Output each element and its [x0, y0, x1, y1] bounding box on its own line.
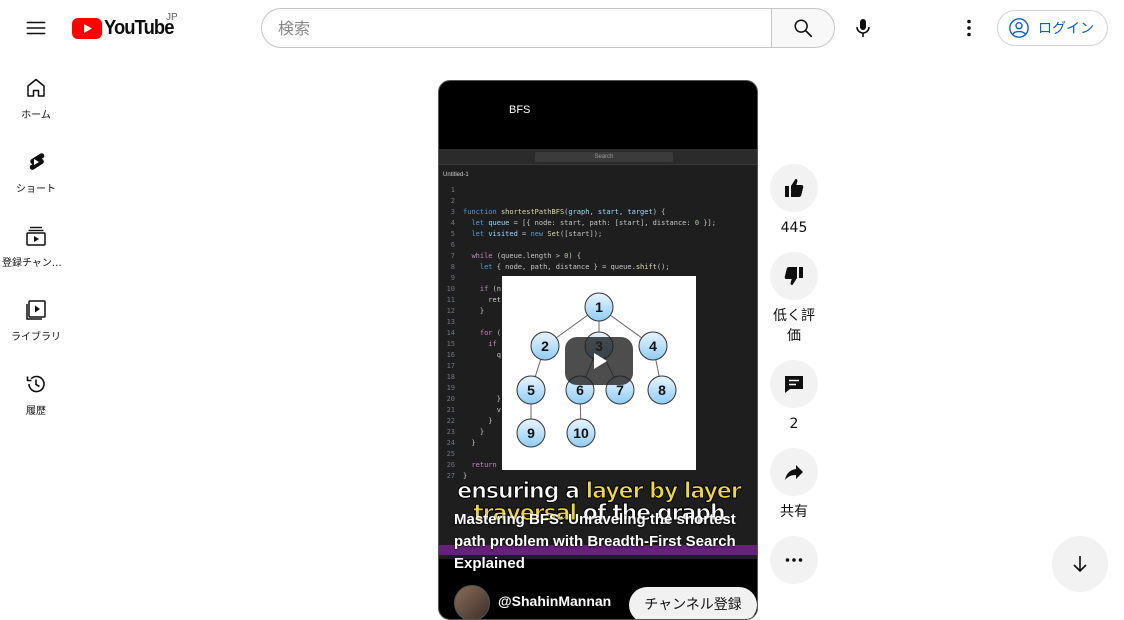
play-icon	[594, 353, 607, 369]
graph-node-label: 5	[527, 382, 535, 398]
search-icon	[794, 19, 813, 38]
video-overlay-label: BFS	[509, 104, 531, 116]
dislike-action: 低く評価	[770, 252, 818, 346]
thumbs-up-icon	[785, 179, 804, 197]
guide-item-label: ショート	[16, 184, 56, 195]
comments-button[interactable]	[770, 360, 818, 408]
horizontal-dots-icon	[785, 558, 803, 562]
library-icon	[26, 300, 46, 320]
channel-row: @ShahinMannan チャンネル登録	[454, 585, 757, 619]
masthead: YouTube JP ログイン	[0, 0, 1124, 56]
more-action	[770, 536, 818, 584]
guide-item-label: ライブラリ	[11, 332, 61, 343]
share-label: 共有	[780, 504, 808, 520]
shorts-player[interactable]: BFS Search Untitled-1 1 2 3 function shor…	[438, 80, 758, 620]
short-title[interactable]: Mastering BFS: Unraveling the shortest p…	[454, 509, 749, 575]
guide-item-library[interactable]: ライブラリ	[0, 278, 72, 352]
graph-node-label: 1	[595, 299, 603, 315]
home-icon	[27, 78, 45, 97]
graph-node-label: 9	[527, 425, 535, 441]
channel-name[interactable]: @ShahinMannan	[498, 593, 611, 609]
graph-node-label: 8	[658, 382, 666, 398]
dislike-label: 低く評価	[773, 308, 815, 344]
share-button[interactable]	[770, 448, 818, 496]
subscriptions-icon	[26, 226, 46, 246]
thumbs-down-icon	[784, 267, 803, 285]
comment-count: 2	[789, 416, 799, 432]
guide-item-history[interactable]: 履歴	[0, 352, 72, 426]
hamburger-menu-icon	[26, 21, 46, 35]
editor-search: Search	[535, 152, 673, 162]
login-label: ログイン	[1038, 21, 1094, 37]
subscribe-button[interactable]: チャンネル登録	[629, 587, 757, 619]
search-box[interactable]	[261, 8, 772, 48]
region-code: JP	[166, 12, 178, 23]
comments-action: 2	[770, 360, 818, 434]
settings-more-button[interactable]	[949, 8, 989, 48]
editor-tab: Untitled-1	[443, 172, 469, 178]
arrow-down-icon	[1073, 556, 1087, 573]
channel-avatar[interactable]	[454, 585, 490, 619]
login-button[interactable]: ログイン	[997, 10, 1108, 46]
vertical-dots-icon	[967, 19, 971, 37]
guide-item-label: 登録チャンネル	[2, 258, 70, 269]
comment-icon	[785, 376, 803, 393]
graph-node-label: 10	[573, 425, 589, 441]
voice-search-button[interactable]	[843, 8, 883, 48]
dislike-button[interactable]	[770, 252, 818, 300]
like-button[interactable]	[770, 164, 818, 212]
guide-item-label: 履歴	[26, 406, 46, 417]
like-count: 445	[780, 220, 808, 236]
microphone-icon	[856, 19, 870, 37]
search-button[interactable]	[771, 8, 835, 48]
share-action: 共有	[770, 448, 818, 522]
history-icon	[26, 375, 45, 393]
like-action: 445	[770, 164, 818, 238]
youtube-logo[interactable]: YouTube	[72, 14, 180, 42]
next-short-button[interactable]	[1052, 536, 1108, 592]
more-actions-button[interactable]	[770, 536, 818, 584]
guide-menu-button[interactable]	[16, 8, 56, 48]
graph-node-label: 2	[541, 338, 549, 354]
search-input[interactable]	[278, 18, 772, 38]
graph-node-label: 4	[649, 338, 657, 354]
account-circle-icon	[1009, 18, 1029, 38]
editor-titlebar: Search	[439, 149, 757, 165]
guide-item-label: ホーム	[21, 110, 51, 121]
guide-item-home[interactable]: ホーム	[0, 56, 72, 130]
logo-wordmark: YouTube	[104, 16, 174, 39]
guide-item-shorts[interactable]: ショート	[0, 130, 72, 204]
share-arrow-icon	[785, 465, 803, 480]
youtube-play-logo-icon	[72, 17, 102, 39]
shorts-icon	[29, 153, 45, 170]
guide-item-subscriptions[interactable]: 登録チャンネル	[0, 204, 72, 278]
play-button[interactable]	[565, 337, 633, 385]
